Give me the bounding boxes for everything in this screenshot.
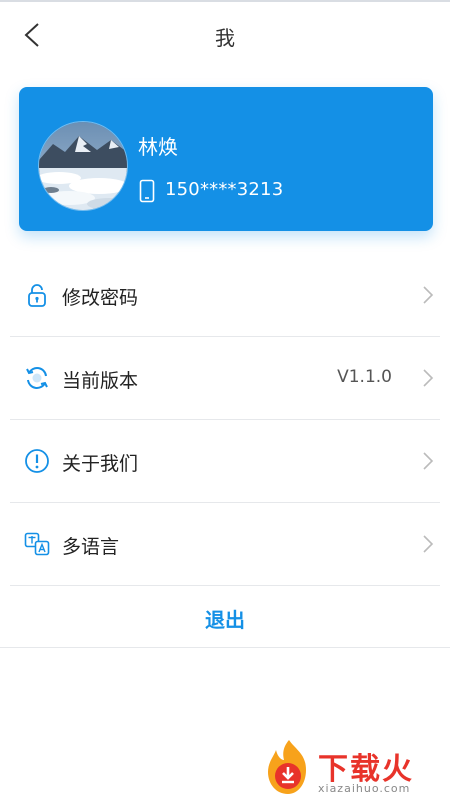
avatar-image — [39, 122, 127, 210]
refresh-icon — [26, 367, 48, 389]
watermark: 下载火 xiazaihuo.com — [262, 736, 448, 800]
menu-item-change-password[interactable]: 修改密码 — [0, 254, 450, 337]
chevron-right-icon — [423, 369, 434, 387]
avatar[interactable] — [38, 121, 128, 211]
menu-item-language[interactable]: 多语言 — [0, 503, 450, 586]
chevron-right-icon — [423, 286, 434, 304]
phone-number: 150****3213 — [165, 179, 284, 200]
settings-menu: 修改密码 当前版本 V1.1.0 关于我们 多语言 — [0, 254, 450, 586]
user-name: 林焕 — [138, 135, 178, 159]
divider — [10, 585, 440, 586]
chevron-right-icon — [423, 452, 434, 470]
menu-item-current-version[interactable]: 当前版本 V1.1.0 — [0, 337, 450, 420]
page-title: 我 — [215, 26, 235, 50]
profile-card[interactable]: 林焕 150****3213 — [19, 87, 433, 231]
translate-icon — [24, 532, 50, 556]
info-icon — [25, 449, 49, 473]
flame-logo-icon — [268, 740, 306, 794]
chevron-right-icon — [423, 535, 434, 553]
lock-icon — [28, 284, 46, 307]
menu-item-about-us[interactable]: 关于我们 — [0, 420, 450, 503]
menu-item-label: 多语言 — [62, 536, 120, 558]
logout-button[interactable]: 退出 — [0, 587, 450, 633]
phone-icon — [139, 179, 155, 203]
menu-item-label: 修改密码 — [62, 287, 139, 309]
logout-row: 退出 — [0, 587, 450, 648]
version-value: V1.1.0 — [337, 367, 392, 387]
menu-item-label: 当前版本 — [62, 370, 139, 392]
header: 我 — [0, 2, 450, 68]
menu-item-label: 关于我们 — [62, 453, 139, 475]
watermark-url: xiazaihuo.com — [318, 782, 411, 795]
